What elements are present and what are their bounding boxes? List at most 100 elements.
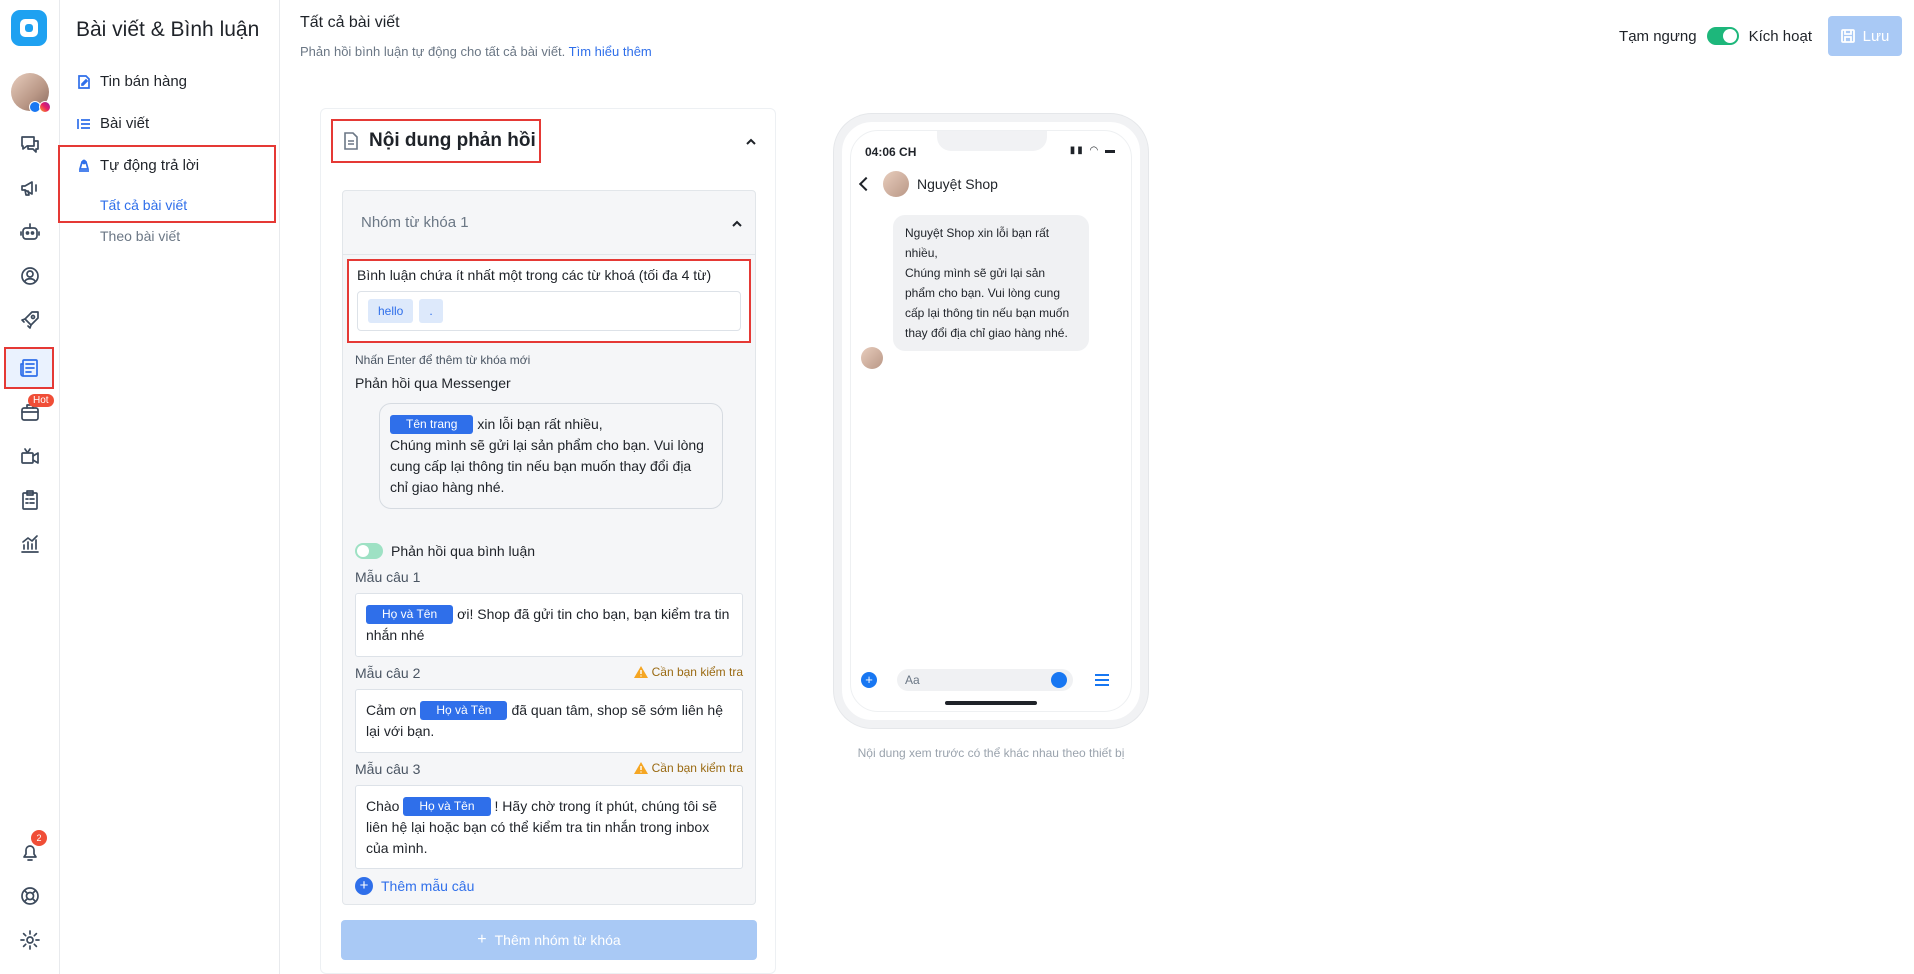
- keyword-chip[interactable]: hello: [368, 299, 414, 323]
- save-button[interactable]: Lưu: [1828, 16, 1902, 56]
- notification-badge: 2: [31, 830, 47, 846]
- activate-label: Kích hoạt: [1748, 27, 1812, 45]
- add-template-label: Thêm mẫu câu: [381, 878, 475, 894]
- keyword-group: Nhóm từ khóa 1 Bình luận chứa ít nhất mộ…: [342, 190, 756, 905]
- sub-item-all-posts[interactable]: Tất cả bài viết: [100, 197, 187, 213]
- menu-item-sales-news[interactable]: Tin bán hàng: [76, 73, 187, 90]
- back-arrow-icon[interactable]: [858, 176, 874, 192]
- keyword-hint: Nhấn Enter để thêm từ khóa mới: [355, 353, 531, 367]
- warning-text: Cần bạn kiểm tra: [651, 761, 743, 775]
- group-chevron-icon[interactable]: [731, 217, 743, 229]
- messenger-text-line1: xin lỗi bạn rất nhiều,: [477, 416, 603, 432]
- instagram-icon: [39, 101, 51, 113]
- preview-message: Nguyệt Shop xin lỗi bạn rất nhiều, Chúng…: [905, 226, 1070, 340]
- preview-message-bubble: Nguyệt Shop xin lỗi bạn rất nhiều, Chúng…: [893, 215, 1089, 351]
- megaphone-icon[interactable]: [16, 174, 44, 202]
- user-circle-icon[interactable]: [16, 262, 44, 290]
- reply-content-panel: Nội dung phản hồi Nhóm từ khóa 1 Bình lu…: [320, 108, 776, 974]
- learn-more-link[interactable]: Tìm hiểu thêm: [569, 44, 652, 59]
- menu-lines-icon[interactable]: [1095, 674, 1109, 686]
- pause-label: Tạm ngưng: [1619, 27, 1697, 45]
- signal-battery-icon: ▮▮ ◠ ▬: [1069, 145, 1117, 156]
- menu-item-label: Tin bán hàng: [100, 73, 188, 90]
- page-title: Tất cả bài viết: [300, 14, 400, 31]
- add-template-button[interactable]: + Thêm mẫu câu: [355, 877, 474, 895]
- shop-avatar: [883, 171, 909, 197]
- home-indicator: [945, 701, 1037, 705]
- chat-icon[interactable]: [16, 130, 44, 158]
- comment-reply-toggle[interactable]: [355, 543, 383, 559]
- menu-item-posts[interactable]: Bài viết: [76, 115, 149, 132]
- page-subtitle: Phản hồi bình luận tự động cho tất cả bà…: [300, 44, 652, 59]
- plus-icon: +: [477, 931, 487, 948]
- phone-preview: 04:06 CH ▮▮ ◠ ▬ Nguyệt Shop Nguyệt Shop …: [834, 114, 1148, 728]
- phone-notch: [937, 131, 1047, 151]
- warning-text: Cần bạn kiểm tra: [651, 665, 743, 679]
- collapse-chevron-icon[interactable]: [745, 135, 757, 147]
- subtitle-text: Phản hồi bình luận tự động cho tất cả bà…: [300, 44, 566, 59]
- rail-posts-active[interactable]: [4, 347, 54, 389]
- header-actions: Tạm ngưng Kích hoạt Lưu: [1619, 16, 1902, 56]
- hot-badge: Hot: [28, 394, 54, 407]
- livestream-icon[interactable]: [16, 442, 44, 470]
- panel-header[interactable]: Nội dung phản hồi: [331, 119, 541, 163]
- phone-screen: 04:06 CH ▮▮ ◠ ▬ Nguyệt Shop Nguyệt Shop …: [850, 130, 1132, 712]
- template-label-3: Mẫu câu 3: [355, 761, 421, 777]
- activate-toggle[interactable]: [1706, 27, 1739, 45]
- sub-item-by-post[interactable]: Theo bài viết: [100, 228, 180, 244]
- analytics-icon[interactable]: [16, 530, 44, 558]
- app-logo-icon[interactable]: [11, 10, 47, 46]
- save-icon: [1840, 29, 1855, 43]
- menu-item-auto-reply[interactable]: Tự động trả lời: [76, 157, 199, 174]
- page-avatar[interactable]: [11, 73, 51, 113]
- composer-input[interactable]: Aa: [897, 669, 1073, 691]
- chat-header: Nguyệt Shop: [858, 171, 998, 197]
- save-label: Lưu: [1862, 27, 1890, 45]
- submenu-title: Bài viết & Bình luận: [76, 18, 260, 41]
- comment-reply-label: Phản hồi qua bình luận: [391, 543, 536, 559]
- report-icon[interactable]: [16, 486, 44, 514]
- template-box-1[interactable]: Họ và Tên ơi! Shop đã gửi tin cho bạn, bạ…: [355, 593, 743, 657]
- template-warning-3: Cần bạn kiểm tra: [633, 761, 743, 775]
- shop-name: Nguyệt Shop: [917, 176, 998, 192]
- page-name-tag[interactable]: Tên trang: [390, 415, 474, 434]
- keyword-input[interactable]: hello .: [357, 291, 741, 331]
- menu-item-label: Bài viết: [100, 115, 150, 132]
- template-box-3[interactable]: Chào Họ và Tên! Hãy chờ trong ít phút, c…: [355, 785, 743, 869]
- rocket-icon[interactable]: [16, 306, 44, 334]
- menu-item-label: Tự động trả lời: [100, 157, 200, 174]
- plus-circle-icon: +: [355, 877, 373, 895]
- full-name-tag[interactable]: Họ và Tên: [420, 701, 508, 720]
- messenger-reply-bubble[interactable]: Tên trang xin lỗi bạn rất nhiều, Chúng mì…: [379, 403, 723, 509]
- robot-icon[interactable]: [16, 218, 44, 246]
- status-time: 04:06 CH: [865, 145, 917, 159]
- warning-icon: [633, 666, 648, 678]
- edit-icon: [78, 74, 90, 89]
- keyword-label: Bình luận chứa ít nhất một trong các từ …: [357, 267, 712, 283]
- document-icon: [344, 132, 358, 150]
- template-text-before: Cảm ơn: [366, 702, 417, 718]
- messenger-text-body: Chúng mình sẽ gửi lại sản phẩm cho bạn. …: [390, 437, 704, 495]
- full-name-tag[interactable]: Họ và Tên: [403, 797, 491, 816]
- template-box-2[interactable]: Cảm ơn Họ và Tên đã quan tâm, shop sẽ sớm…: [355, 689, 743, 753]
- keyword-chip[interactable]: .: [419, 299, 443, 323]
- add-keyword-group-button[interactable]: + Thêm nhóm từ khóa: [341, 920, 757, 960]
- full-name-tag[interactable]: Họ và Tên: [366, 605, 454, 624]
- preview-note: Nội dung xem trước có thể khác nhau theo…: [857, 746, 1125, 760]
- panel-title: Nội dung phản hồi: [369, 130, 536, 151]
- submenu-panel: Bài viết & Bình luận Tin bán hàng Bài vi…: [58, 0, 280, 974]
- keyword-group-header[interactable]: Nhóm từ khóa 1: [343, 191, 755, 255]
- settings-gear-icon[interactable]: [16, 926, 44, 954]
- composer-plus-icon[interactable]: +: [861, 672, 877, 688]
- list-icon: [77, 118, 90, 129]
- support-icon[interactable]: [16, 882, 44, 910]
- message-composer: + Aa: [861, 668, 1123, 692]
- template-label-2: Mẫu câu 2: [355, 665, 421, 681]
- composer-placeholder: Aa: [905, 673, 920, 687]
- posts-icon: [15, 354, 43, 382]
- keyword-box: Bình luận chứa ít nhất một trong các từ …: [347, 259, 751, 343]
- sender-avatar: [861, 347, 883, 369]
- emoji-icon[interactable]: [1051, 672, 1067, 688]
- template-text-before: Chào: [366, 798, 400, 814]
- messenger-reply-label: Phản hồi qua Messenger: [355, 375, 511, 391]
